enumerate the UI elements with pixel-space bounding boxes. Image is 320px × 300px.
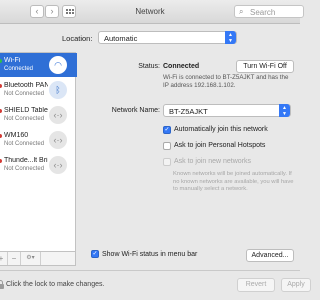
status-dot [0,159,2,163]
status-value: Connected [163,63,200,70]
network-name-select[interactable]: BT-Z5AJKT ▲ ▼ [163,104,291,117]
updown-arrows-icon: ▲ ▼ [279,104,290,117]
location-value: Automatic [104,34,138,43]
service-status: Not Connected [4,116,45,122]
auto-join-checkbox[interactable]: ✓ [163,126,171,134]
search-field[interactable]: ⌕ Search [234,5,304,18]
ask-new-networks-label: Ask to join new networks [174,158,252,165]
footer-bar: Click the lock to make changes. Revert A… [0,270,311,300]
service-name: WM160 [4,132,29,139]
ask-hotspots-label: Ask to join Personal Hotspots [174,142,266,149]
bluetooth-icon: ᛒ [49,81,67,99]
service-name: Thunde...lt Bridge [4,157,48,164]
network-name-label: Network Name: [111,107,160,114]
lock-icon[interactable] [0,280,5,289]
turn-wifi-off-button[interactable]: Turn Wi-Fi Off [236,60,294,73]
ask-new-networks-description: Known networks will be joined automatica… [173,171,294,192]
status-label: Status: [138,63,160,70]
status-dot [0,84,2,88]
service-item[interactable]: Wi-Fi Connected ◠ [0,53,77,77]
status-dot [0,59,2,63]
status-dot [0,134,2,138]
service-status: Not Connected [4,141,45,147]
updown-arrows-icon: ▲ ▼ [225,31,236,44]
service-name: Wi-Fi [4,57,21,64]
location-row: Location: Automatic ▲ ▼ [0,30,300,46]
status-dot [0,109,2,113]
auto-join-label: Automatically join this network [174,126,268,133]
apply-button[interactable]: Apply [281,278,311,292]
advanced-button[interactable]: Advanced... [246,249,294,262]
action-gear-menu[interactable]: ⚙▾ [21,252,41,265]
service-item[interactable]: Bluetooth PAN Not Connected ᛒ [0,78,77,102]
ethernet-arrows-icon: ‹·› [49,131,67,149]
lock-message: Click the lock to make changes. [6,281,105,288]
ask-new-networks-checkbox[interactable] [163,158,171,166]
title-bar: ‹ › Network ⌕ Search [0,0,304,24]
ethernet-arrows-icon: ‹·› [49,106,67,124]
network-name-value: BT-Z5AJKT [169,107,208,116]
service-name: Bluetooth PAN [4,82,48,89]
search-placeholder: Search [250,8,276,17]
search-icon: ⌕ [239,7,244,16]
revert-button[interactable]: Revert [237,278,275,292]
ethernet-arrows-icon: ‹·› [49,156,67,174]
ask-hotspots-checkbox[interactable] [163,142,171,150]
service-status: Not Connected [4,91,45,97]
wifi-icon: ◠ [49,56,67,74]
location-label: Location: [62,34,93,43]
service-item[interactable]: SHIELD Tablet Not Connected ‹·› [0,103,77,127]
service-name: SHIELD Tablet [4,107,48,114]
service-item[interactable]: WM160 Not Connected ‹·› [0,128,77,152]
service-list-toolbar: + − ⚙▾ [0,252,76,266]
location-select[interactable]: Automatic ▲ ▼ [98,31,237,44]
remove-service-button[interactable]: − [8,252,21,265]
service-status: Connected [4,66,34,72]
status-description: Wi-Fi is connected to BT-Z5AJKT and has … [163,74,289,89]
show-wifi-status-checkbox[interactable]: ✓ [91,250,99,258]
service-list[interactable]: Wi-Fi Connected ◠ Bluetooth PAN Not Connecte… [0,52,77,252]
service-item[interactable]: Thunde...lt Bridge Not Connected ‹·› [0,153,77,177]
show-wifi-status-label: Show Wi-Fi status in menu bar [102,251,198,258]
service-status: Not Connected [4,166,45,172]
add-service-button[interactable]: + [0,252,8,265]
